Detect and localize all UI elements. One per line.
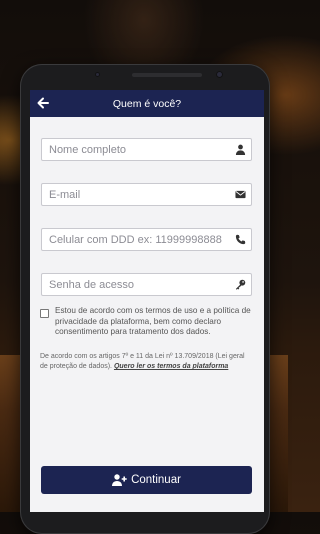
terms-link[interactable]: Quero ler os termos da plataforma [114,363,228,370]
key-icon [235,279,246,290]
phone-sensor [95,72,100,77]
password-input[interactable] [42,274,235,295]
phone-speaker [132,73,202,77]
email-input[interactable] [42,184,235,205]
legal-notice: De acordo com os artigos 7º e 11 da Lei … [40,352,254,372]
phone-input[interactable] [42,229,235,250]
app-bar: Quem é você? [30,90,264,117]
arrow-left-icon[interactable] [36,96,50,110]
phone-camera [216,71,223,78]
continue-button[interactable]: Continuar [41,466,252,494]
consent-row: Estou de acordo com os termos de uso e a… [40,306,254,338]
name-field[interactable] [41,138,252,161]
envelope-icon [235,190,246,199]
email-field[interactable] [41,183,252,206]
name-input[interactable] [42,139,235,160]
continue-label: Continuar [131,474,181,486]
consent-text: Estou de acordo com os termos de uso e a… [55,306,251,336]
user-plus-icon [112,474,127,486]
password-field[interactable] [41,273,252,296]
page-title: Quem é você? [112,97,182,110]
phone-field[interactable] [41,228,252,251]
app-screen: Quem é você? Estou de acordo com os term [30,90,264,512]
phone-icon [235,234,246,245]
consent-checkbox[interactable] [40,309,49,318]
user-icon [235,144,246,155]
